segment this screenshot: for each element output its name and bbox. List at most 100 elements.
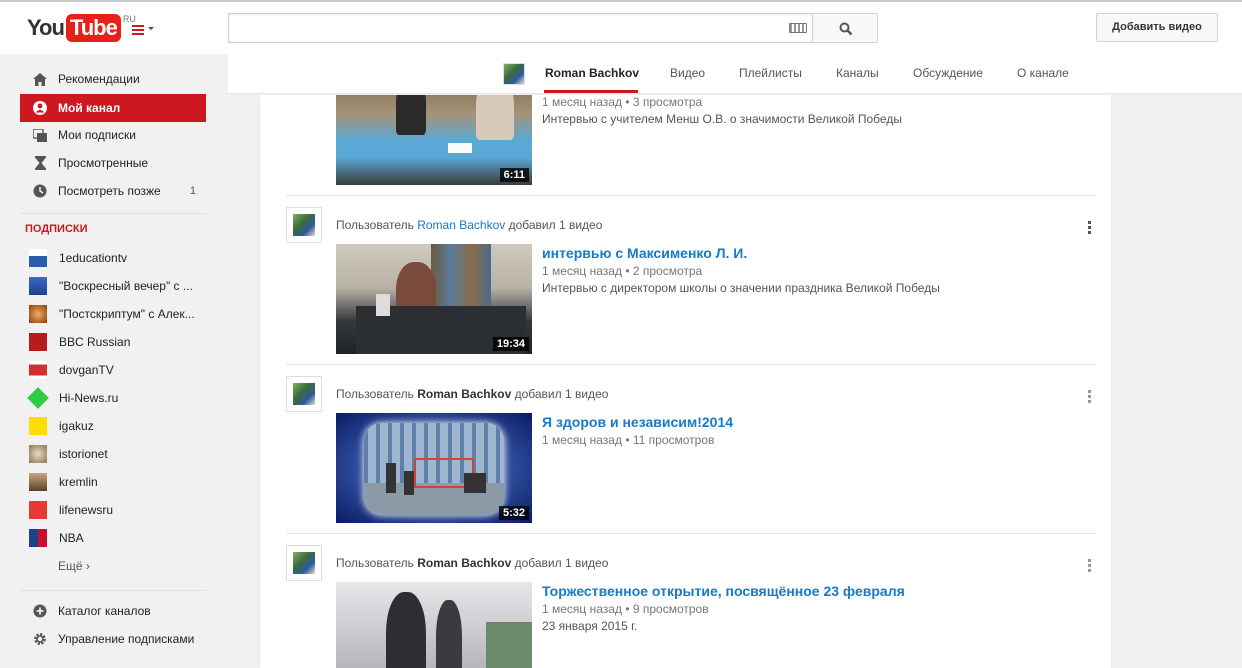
post-suffix: добавил 1 видео	[508, 218, 603, 232]
sidebar-item-history[interactable]: Просмотренные	[20, 149, 206, 177]
user-icon	[32, 100, 48, 116]
subscription-label: istorionet	[59, 447, 108, 461]
upload-video-button[interactable]: Добавить видео	[1096, 13, 1218, 42]
subscription-item[interactable]: lifenewsru	[20, 496, 206, 524]
guide-menu-icon[interactable]	[132, 23, 156, 37]
video-title-link[interactable]: интервью с Максименко Л. И.	[542, 245, 747, 261]
search-box	[228, 13, 813, 43]
tab-videos[interactable]: Видео	[670, 66, 705, 80]
subscription-item[interactable]: NBA	[20, 524, 206, 552]
video-thumbnail[interactable]	[336, 582, 532, 668]
post-prefix: Пользователь	[336, 387, 414, 401]
subscription-label: "Воскресный вечер" с ...	[59, 279, 193, 293]
post-user-link[interactable]: Roman Bachkov	[417, 556, 511, 570]
channel-avatar	[29, 305, 47, 323]
masthead: You Tube RU Добавить видео	[0, 2, 1242, 54]
sidebar-item-watch-later[interactable]: Посмотреть позже 1	[20, 177, 206, 205]
channel-avatar	[29, 501, 47, 519]
search-button[interactable]	[812, 13, 878, 43]
tab-about[interactable]: О канале	[1017, 66, 1069, 80]
video-thumbnail[interactable]: 5:32	[336, 413, 532, 523]
user-avatar[interactable]	[286, 545, 322, 581]
logo-you: You	[27, 15, 65, 40]
video-thumbnail[interactable]: 19:34	[336, 244, 532, 354]
video-thumbnail[interactable]: 6:11	[336, 95, 532, 185]
video-age: 1 месяц назад	[542, 433, 622, 447]
video-meta: 1 месяц назад • 11 просмотров	[542, 433, 714, 447]
video-duration: 19:34	[492, 337, 529, 351]
sidebar-item-my-channel[interactable]: Мой канал	[20, 94, 206, 122]
active-tab-indicator	[544, 90, 638, 93]
search-input[interactable]	[229, 14, 769, 42]
subscription-label: dovganTV	[59, 363, 114, 377]
subscription-label: lifenewsru	[59, 503, 114, 517]
tab-discussion[interactable]: Обсуждение	[913, 66, 983, 80]
tab-playlists[interactable]: Плейлисты	[739, 66, 802, 80]
sidebar-item-label: Рекомендации	[58, 72, 140, 86]
video-title-link[interactable]: Торжественное открытие, посвящённое 23 ф…	[542, 583, 905, 599]
more-actions-icon[interactable]	[1088, 390, 1091, 405]
subscription-item[interactable]: 1educationtv	[20, 244, 206, 272]
meta-separator: •	[625, 602, 630, 616]
video-views: 11 просмотров	[632, 433, 715, 447]
user-avatar[interactable]	[286, 207, 322, 243]
tab-channels[interactable]: Каналы	[836, 66, 879, 80]
feed-divider	[286, 533, 1095, 534]
video-meta: 1 месяц назад • 9 просмотров	[542, 602, 709, 616]
post-user-link[interactable]: Roman Bachkov	[417, 387, 511, 401]
sidebar-divider	[20, 590, 206, 591]
post-user-link[interactable]: Roman Bachkov	[417, 218, 505, 232]
subscription-label: Hi-News.ru	[59, 391, 119, 405]
subscription-item[interactable]: kremlin	[20, 468, 206, 496]
more-actions-icon[interactable]	[1088, 559, 1091, 574]
user-avatar[interactable]	[286, 376, 322, 412]
video-description: Интервью с учителем Менш О.В. о значимос…	[542, 112, 902, 126]
channel-avatar	[29, 361, 47, 379]
sidebar-item-channel-catalog[interactable]: Каталог каналов	[20, 597, 206, 625]
post-suffix: добавил 1 видео	[514, 387, 609, 401]
video-meta: 1 месяц назад • 3 просмотра	[542, 95, 702, 109]
subscription-item[interactable]: BBC Russian	[20, 328, 206, 356]
subscription-item[interactable]: Hi-News.ru	[20, 384, 206, 412]
subscription-item[interactable]: dovganTV	[20, 356, 206, 384]
more-actions-icon[interactable]	[1088, 221, 1091, 236]
sidebar-item-manage-subscriptions[interactable]: Управление подписками	[20, 625, 206, 653]
tab-channel-home[interactable]: Roman Bachkov	[545, 66, 639, 80]
video-description: 23 января 2015 г.	[542, 619, 638, 633]
sidebar-item-label: Мои подписки	[58, 128, 136, 142]
channel-avatar	[29, 249, 47, 267]
post-prefix: Пользователь	[336, 556, 414, 570]
hourglass-icon	[32, 155, 48, 171]
sidebar-item-recommendations[interactable]: Рекомендации	[20, 65, 206, 93]
video-title-link[interactable]: Я здоров и независим!2014	[542, 414, 733, 430]
sidebar-item-label: Просмотренные	[58, 156, 149, 170]
channel-avatar	[29, 445, 47, 463]
video-meta: 1 месяц назад • 2 просмотра	[542, 264, 702, 278]
channel-avatar[interactable]	[503, 63, 525, 85]
channel-avatar	[29, 277, 47, 295]
youtube-logo[interactable]: You Tube RU	[27, 14, 136, 44]
video-views: 3 просмотра	[632, 95, 703, 109]
subscription-item[interactable]: istorionet	[20, 440, 206, 468]
home-icon	[32, 71, 48, 87]
video-duration: 6:11	[499, 168, 529, 182]
subscription-label: BBC Russian	[59, 335, 131, 349]
subscription-label: kremlin	[59, 475, 98, 489]
video-views: 9 просмотров	[632, 602, 709, 616]
subscription-item[interactable]: igakuz	[20, 412, 206, 440]
video-views: 2 просмотра	[632, 264, 703, 278]
logo-tube: Tube	[65, 14, 121, 42]
plus-circle-icon	[32, 603, 48, 619]
channel-nav: Roman Bachkov Видео Плейлисты Каналы Обс…	[228, 54, 1242, 94]
keyboard-icon[interactable]	[789, 23, 807, 33]
feed-divider	[286, 364, 1095, 365]
subscriptions-heading[interactable]: ПОДПИСКИ	[25, 223, 88, 235]
watch-later-count: 1	[189, 185, 196, 197]
channel-avatar	[29, 529, 47, 547]
subscriptions-icon	[32, 127, 48, 143]
sidebar-item-my-subscriptions[interactable]: Мои подписки	[20, 121, 206, 149]
show-more-link[interactable]: Ещё ›	[58, 559, 90, 573]
subscription-item[interactable]: "Воскресный вечер" с ...	[20, 272, 206, 300]
gear-icon	[32, 631, 48, 647]
subscription-item[interactable]: "Постскриптум" с Алек...	[20, 300, 206, 328]
